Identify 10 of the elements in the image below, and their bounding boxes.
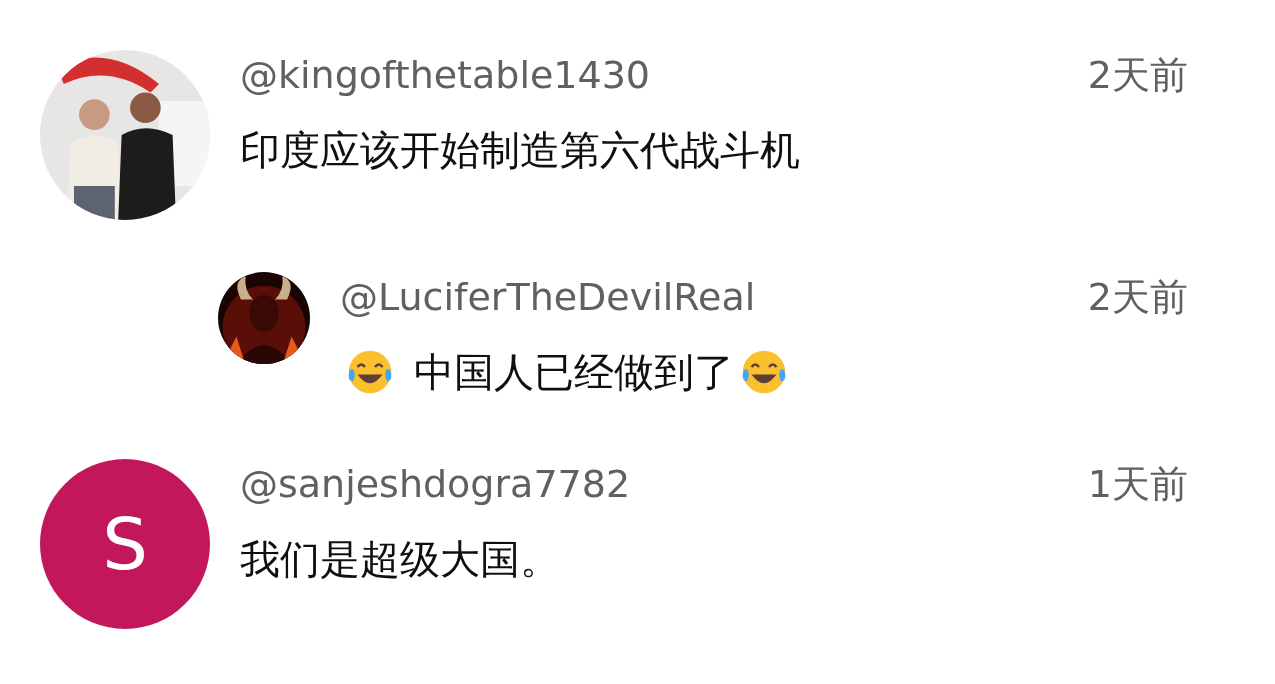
avatar[interactable]: S <box>40 459 210 629</box>
comment-text: 印度应该开始制造第六代战斗机 <box>240 126 800 175</box>
comment-text: 我们是超级大国。 <box>240 535 560 584</box>
username[interactable]: @LuciferTheDevilReal <box>340 272 756 322</box>
comment-text: 中国人已经做到了 <box>414 348 734 397</box>
timestamp: 1天前 <box>1087 461 1188 508</box>
username[interactable]: @sanjeshdogra7782 <box>240 459 631 509</box>
username[interactable]: @kingofthetable1430 <box>240 50 651 100</box>
timestamp: 2天前 <box>1087 52 1188 99</box>
timestamp: 2天前 <box>1087 274 1188 321</box>
